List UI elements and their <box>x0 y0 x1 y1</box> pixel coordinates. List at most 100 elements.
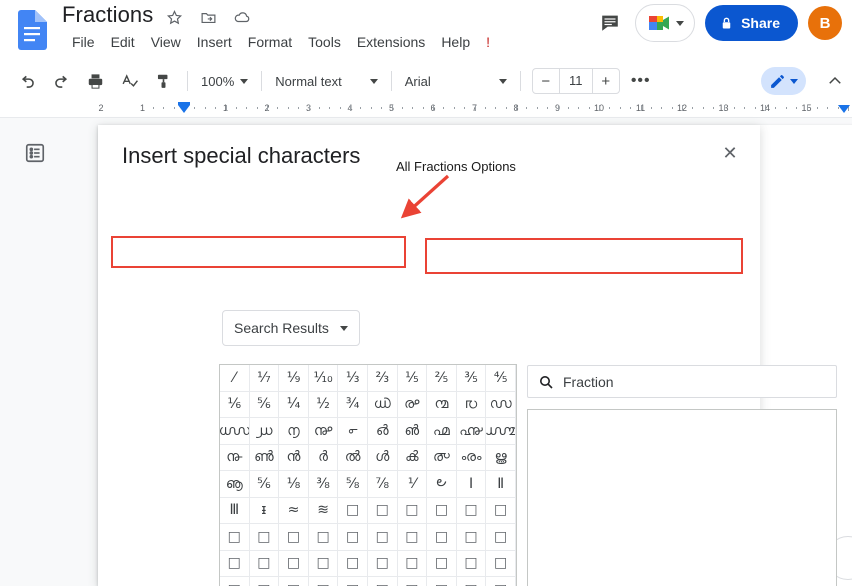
character-cell[interactable]: ൟ <box>456 444 487 471</box>
menu-file[interactable]: File <box>64 32 103 52</box>
decrease-font-size-button[interactable]: − <box>533 69 559 93</box>
collapse-toolbar-icon[interactable] <box>826 72 844 95</box>
left-indent-marker[interactable] <box>178 105 190 113</box>
menu-alert-indicator[interactable]: ! <box>478 32 498 52</box>
character-cell[interactable]: ≋ <box>308 497 339 524</box>
character-cell[interactable]: ർ <box>308 444 339 471</box>
character-cell[interactable]: ⅗ <box>456 365 487 392</box>
character-cell[interactable]: ⁄ <box>220 365 250 392</box>
character-grid[interactable]: ⁄ ⅐ ⅑ ⅒ ⅓ ⅔ ⅕ ⅖ ⅗ ⅘ ⅙ ⅚ ¼ ½ ¾ ൘ ൙ ൚ ൛ ൜ ൝ ൰ ൱ ൲ ൳ ൴ ൵ ൶ ൷ ൸ ൹ ൺ ൻ ർ ൽ ൾ ൿ ൞ ൟ ൠ… <box>220 365 516 586</box>
character-cell[interactable]: □ <box>427 497 457 524</box>
character-cell[interactable]: ൜ <box>486 391 516 418</box>
character-cell[interactable]: ൺ <box>249 444 280 471</box>
menu-edit[interactable]: Edit <box>103 32 143 52</box>
character-cell[interactable]: Ⅲ <box>220 497 250 524</box>
character-cell[interactable]: ൷ <box>456 418 487 445</box>
character-cell[interactable]: □ <box>368 577 398 586</box>
character-cell[interactable]: ൠ <box>486 444 516 471</box>
close-icon[interactable]: ✕ <box>718 141 742 165</box>
character-cell[interactable]: ൵ <box>397 418 428 445</box>
character-cell[interactable]: ⅚ <box>249 391 280 418</box>
google-docs-logo-icon[interactable] <box>14 6 50 54</box>
character-cell[interactable]: ≈ <box>279 497 309 524</box>
character-cell[interactable]: □ <box>367 550 398 577</box>
character-cell[interactable]: □ <box>397 524 428 551</box>
redo-icon[interactable] <box>46 66 76 96</box>
character-cell[interactable]: ൹ <box>220 444 250 471</box>
character-cell[interactable]: ൶ <box>427 418 457 445</box>
character-cell[interactable]: ൞ <box>427 444 457 471</box>
menu-tools[interactable]: Tools <box>300 32 349 52</box>
character-cell[interactable]: ൴ <box>367 418 398 445</box>
character-cell[interactable]: □ <box>427 550 457 577</box>
character-cell[interactable]: ⅑ <box>279 365 309 392</box>
character-cell[interactable]: ൛ <box>456 391 487 418</box>
character-cell[interactable]: ½ <box>308 391 339 418</box>
character-cell[interactable]: ൸ <box>486 418 516 445</box>
character-cell[interactable]: □ <box>397 497 428 524</box>
character-cell[interactable]: □ <box>338 577 368 586</box>
character-cell[interactable]: □ <box>456 497 487 524</box>
spellcheck-icon[interactable] <box>114 66 144 96</box>
character-cell[interactable]: ¾ <box>338 391 368 418</box>
star-icon[interactable] <box>163 6 185 28</box>
character-cell[interactable]: □ <box>220 550 250 577</box>
character-cell[interactable]: ൻ <box>279 444 309 471</box>
character-cell[interactable]: ⅕ <box>397 365 428 392</box>
ruler[interactable]: 21123456789101112131415 <box>0 100 852 118</box>
more-options-button[interactable]: ••• <box>626 66 656 96</box>
character-cell[interactable]: □ <box>367 497 398 524</box>
character-cell[interactable]: ൲ <box>308 418 339 445</box>
character-cell[interactable]: □ <box>338 524 368 551</box>
menu-view[interactable]: View <box>143 32 189 52</box>
character-cell[interactable]: □ <box>309 577 339 586</box>
font-family-select[interactable]: Arial <box>399 67 513 95</box>
menu-extensions[interactable]: Extensions <box>349 32 433 52</box>
character-cell[interactable]: ൱ <box>279 418 309 445</box>
character-cell[interactable]: ൝ <box>220 418 250 445</box>
character-cell[interactable]: □ <box>308 550 339 577</box>
character-cell[interactable]: □ <box>220 524 250 551</box>
character-cell[interactable]: ⅒ <box>308 365 339 392</box>
character-cell[interactable]: □ <box>220 577 250 586</box>
character-cell[interactable]: □ <box>338 497 368 524</box>
category-select[interactable]: Search Results <box>222 310 360 346</box>
editing-mode-button[interactable] <box>761 67 806 95</box>
cloud-saved-icon[interactable] <box>231 6 253 28</box>
character-cell[interactable]: □ <box>249 550 280 577</box>
character-cell[interactable]: ¼ <box>279 391 309 418</box>
document-outline-icon[interactable] <box>24 142 46 164</box>
increase-font-size-button[interactable]: + <box>593 69 619 93</box>
character-cell[interactable]: □ <box>486 577 516 586</box>
character-cell[interactable]: ⅞ <box>367 471 398 498</box>
character-cell[interactable]: ൡ <box>220 471 250 498</box>
character-cell[interactable]: ⅜ <box>308 471 339 498</box>
character-cell[interactable]: □ <box>279 550 309 577</box>
font-size-value[interactable]: 11 <box>558 69 593 93</box>
character-cell[interactable]: ⅚ <box>249 471 280 498</box>
character-cell[interactable]: ⅘ <box>486 365 516 392</box>
character-cell[interactable]: ൚ <box>427 391 457 418</box>
character-cell[interactable]: □ <box>308 524 339 551</box>
paragraph-style-select[interactable]: Normal text <box>269 67 383 95</box>
character-cell[interactable]: □ <box>279 577 309 586</box>
character-cell[interactable]: □ <box>398 577 428 586</box>
character-cell[interactable]: ൰ <box>249 418 280 445</box>
character-cell[interactable]: □ <box>456 550 487 577</box>
character-cell[interactable]: ൘ <box>367 391 398 418</box>
character-cell[interactable]: ⅛ <box>279 471 309 498</box>
character-cell[interactable]: ൾ <box>367 444 398 471</box>
print-icon[interactable] <box>80 66 110 96</box>
character-cell[interactable]: □ <box>397 550 428 577</box>
character-cell[interactable]: ⅖ <box>427 365 457 392</box>
paint-format-icon[interactable] <box>148 66 178 96</box>
character-cell[interactable]: □ <box>249 524 280 551</box>
menu-format[interactable]: Format <box>240 32 300 52</box>
character-cell[interactable]: ⅟ <box>397 471 428 498</box>
character-cell[interactable]: Ⅰ <box>456 471 487 498</box>
character-cell[interactable]: ൽ <box>338 444 368 471</box>
zoom-select[interactable]: 100% <box>195 67 254 95</box>
character-cell[interactable]: ⅙ <box>220 391 250 418</box>
character-cell[interactable]: □ <box>457 577 487 586</box>
character-cell[interactable]: ൙ <box>397 391 428 418</box>
